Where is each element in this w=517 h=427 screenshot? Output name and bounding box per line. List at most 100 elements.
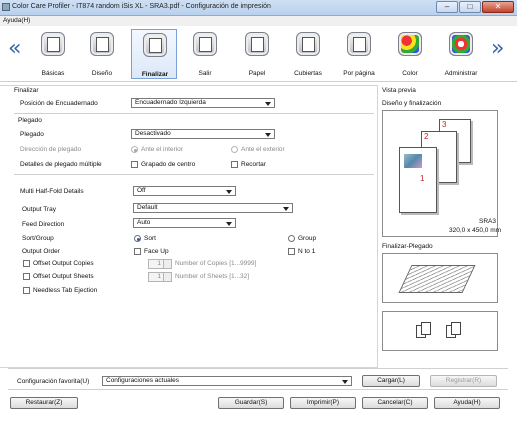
output-tray-icon (193, 32, 217, 56)
tab-layout[interactable]: Diseño (79, 29, 125, 79)
feed-direction-label: Feed Direction (22, 221, 65, 228)
paper-icon (245, 32, 269, 56)
binding-label: Posición de Encuadernado (20, 100, 98, 107)
save-button[interactable]: Guardar(S) (218, 397, 284, 409)
tab-bar: « Básicas Diseño Finalizar Salir Papel C… (0, 26, 517, 82)
help-button[interactable]: Ayuda(H) (434, 397, 500, 409)
divider (8, 368, 508, 369)
divider (8, 389, 508, 390)
tab-label: Cubiertas (294, 70, 322, 77)
face-up-checkbox[interactable] (134, 248, 141, 255)
trim-checkbox[interactable] (231, 161, 238, 168)
scroll-left-icon[interactable]: « (8, 38, 21, 60)
tab-label: Finalizar (141, 71, 169, 78)
maximize-button[interactable]: □ (459, 1, 481, 13)
tab-covers[interactable]: Cubiertas (285, 29, 331, 79)
tab-label: Diseño (91, 70, 113, 77)
cancel-button[interactable]: Cancelar(C) (362, 397, 428, 409)
tab-label: Básicas (41, 70, 65, 77)
tab-label: Salir (198, 70, 212, 77)
tab-label: Por página (343, 70, 375, 77)
minimize-button[interactable]: – (436, 1, 458, 13)
app-icon (2, 3, 10, 11)
covers-icon (296, 32, 320, 56)
preview-page-1: 1 (399, 147, 437, 213)
menu-bar: Ayuda(H) (0, 16, 517, 26)
layout-finish-title: Diseño y finalización (382, 100, 442, 107)
offset-copies-label: Offset Output Copies (33, 260, 94, 267)
sheet-icon (451, 322, 461, 335)
fold-label: Plegado (20, 131, 44, 138)
page-number: 3 (442, 120, 447, 129)
sheets-range-label: Number of Sheets [1...32] (175, 273, 250, 280)
tab-administer[interactable]: Administrar (438, 29, 484, 79)
sort-radio[interactable] (134, 235, 141, 242)
tab-per-page[interactable]: Por página (336, 29, 382, 79)
sheets-spinner[interactable]: 1 (148, 272, 172, 282)
fold-preview-title: Finalizar-Plegado (382, 243, 433, 250)
page-number: 1 (420, 174, 425, 183)
scroll-right-icon[interactable]: » (491, 38, 504, 60)
fold-preview (382, 253, 498, 303)
divider (14, 113, 374, 114)
per-page-icon (347, 32, 371, 56)
restore-button[interactable]: Restaurar(Z) (10, 397, 78, 409)
output-tray-select[interactable]: Default (133, 203, 293, 213)
window-title: Color Care Profiler - IT874 random iSis … (12, 3, 271, 10)
group-radio[interactable] (288, 235, 295, 242)
binding-select[interactable]: Encuadernado Izquierda (131, 98, 275, 108)
tab-label: Administrar (444, 70, 478, 77)
preview-image (404, 154, 422, 168)
tray-preview (382, 311, 498, 351)
tab-basic[interactable]: Básicas (30, 29, 76, 79)
favorites-select[interactable]: Configuraciones actuales (102, 376, 352, 386)
needless-tab-label: Needless Tab Ejection (33, 287, 98, 294)
finishing-icon (143, 33, 167, 57)
fold-direction-label: Dirección de plegado (20, 146, 82, 153)
offset-sheets-checkbox[interactable] (23, 273, 30, 280)
tab-label: Color (402, 70, 418, 77)
multi-half-fold-select[interactable]: Off (133, 186, 236, 196)
preview-title: Vista previa (382, 87, 416, 94)
tab-label: Papel (248, 70, 266, 77)
tab-paper[interactable]: Papel (234, 29, 280, 79)
paper-name: SRA3 (479, 218, 496, 225)
n-to-1-checkbox[interactable] (288, 248, 295, 255)
favorites-label: Configuración favorita(U) (17, 378, 90, 385)
fold-inside-radio[interactable] (131, 146, 138, 153)
page-number: 2 (424, 132, 429, 141)
layout-preview: 3 2 1 SRA3 320,0 x 450,0 mm (382, 110, 501, 237)
administer-gear-icon (449, 32, 473, 56)
fold-select[interactable]: Desactivado (131, 129, 275, 139)
offset-sheets-label: Offset Output Sheets (33, 273, 94, 280)
fold-sheet (398, 265, 476, 293)
tab-color[interactable]: Color (387, 29, 433, 79)
menu-help[interactable]: Ayuda(H) (3, 17, 30, 24)
fold-outside-radio[interactable] (231, 146, 238, 153)
face-up-label: Face Up (144, 248, 169, 255)
multi-half-fold-label: Multi Half-Fold Details (20, 188, 84, 195)
feed-direction-select[interactable]: Auto (133, 218, 236, 228)
n-to-1-label: N to 1 (298, 248, 316, 255)
copies-spinner[interactable]: 1 (148, 259, 172, 269)
print-button[interactable]: Imprimir(P) (290, 397, 356, 409)
title-bar: Color Care Profiler - IT874 random iSis … (0, 0, 517, 16)
layout-icon (90, 32, 114, 56)
sort-label: Sort (144, 235, 156, 242)
output-tray-label: Output Tray (22, 206, 56, 213)
needless-tab-checkbox[interactable] (23, 287, 30, 294)
fold-outside-label: Ante el exterior (241, 146, 285, 153)
tab-output[interactable]: Salir (182, 29, 228, 79)
color-palette-icon (398, 32, 422, 56)
tab-finishing[interactable]: Finalizar (131, 29, 177, 79)
close-button[interactable]: ✕ (482, 1, 514, 13)
center-crease-checkbox[interactable] (131, 161, 138, 168)
register-button[interactable]: Registrar(R) (430, 375, 497, 387)
fold-inside-label: Ante el interior (141, 146, 183, 153)
load-button[interactable]: Cargar(L) (362, 375, 420, 387)
fold-group-title: Plegado (18, 117, 42, 124)
divider (14, 174, 374, 175)
sheet-icon (421, 322, 431, 335)
offset-copies-checkbox[interactable] (23, 260, 30, 267)
group-label: Group (298, 235, 317, 242)
